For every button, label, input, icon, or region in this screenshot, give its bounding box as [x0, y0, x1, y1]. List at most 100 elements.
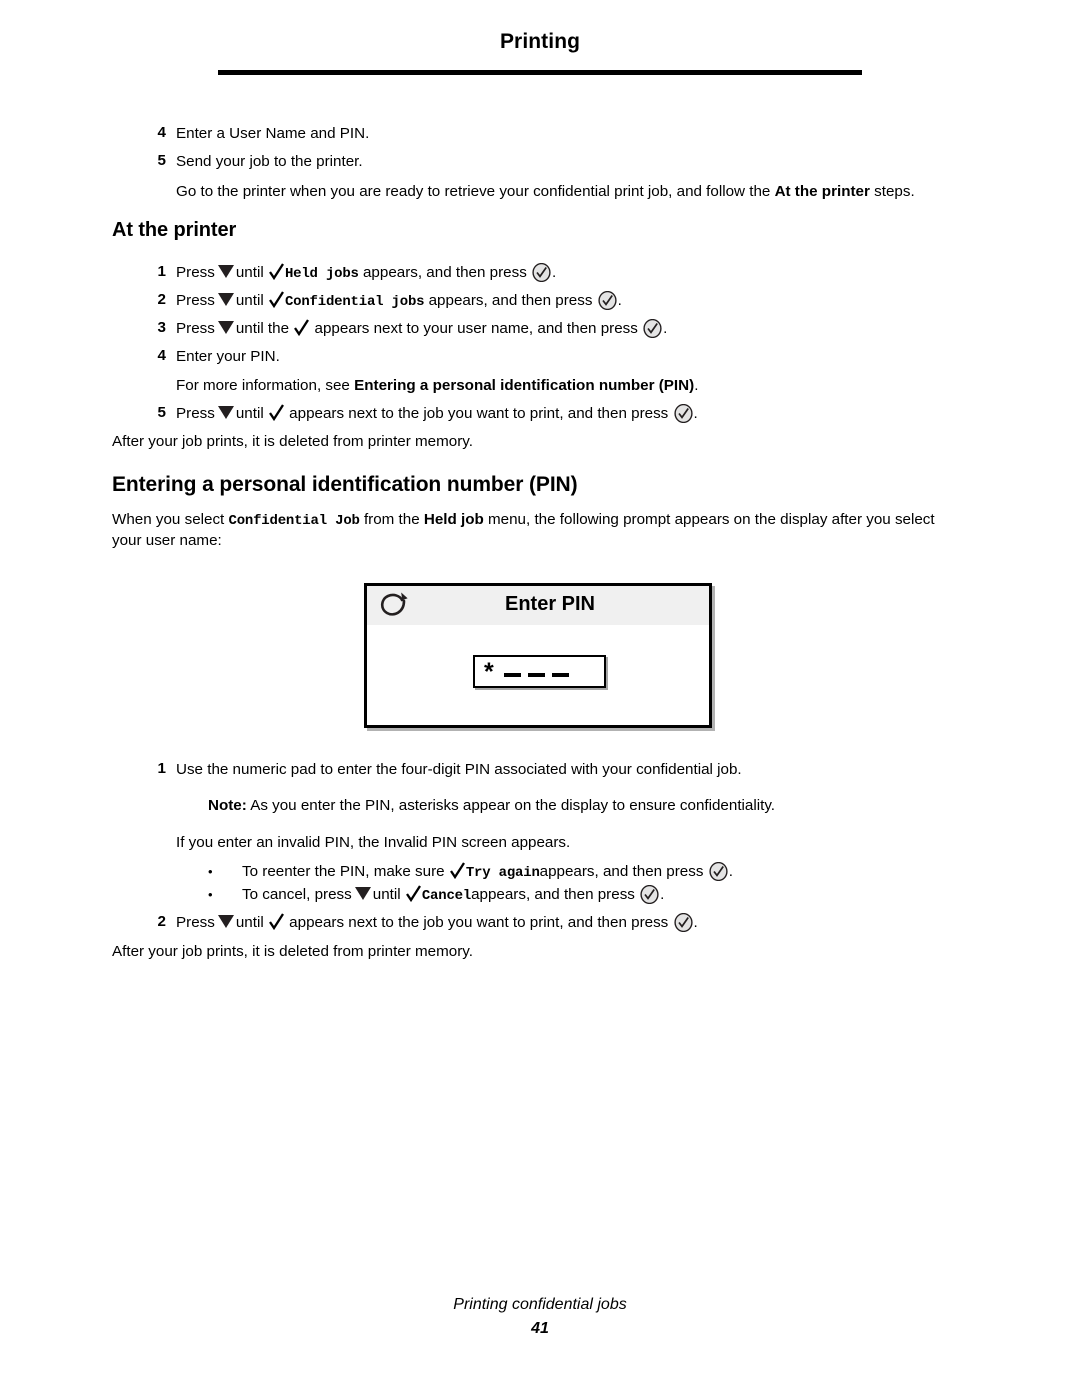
list-number: 1 [157, 263, 166, 280]
list-item: Enter a User Name and PIN. [176, 125, 370, 142]
checkmark-icon [268, 913, 284, 931]
step-until-label: until the [235, 320, 290, 337]
list-item: Enter your PIN. [176, 348, 280, 365]
checkmark-icon [268, 404, 284, 422]
pin-intro-menu-bold: Held job [423, 511, 484, 528]
pin-intro-b: from the [359, 511, 424, 528]
after-print-note: After your job prints, it is deleted fro… [112, 433, 473, 450]
list-item: Send your job to the printer. [176, 153, 363, 170]
list-number: 1 [157, 760, 166, 777]
checkmark-icon [268, 291, 284, 309]
bullet-marker: • [208, 864, 213, 879]
step-press-label: Press [176, 320, 215, 337]
list-item: Press until Held jobs appears, and then p… [176, 263, 556, 284]
step-press-label: Press [176, 914, 215, 931]
bullet-after: appears, and then press [539, 863, 704, 880]
page-number: 41 [531, 1320, 549, 1337]
document-page: Printing 4 Enter a User Name and PIN. 5 … [0, 0, 1080, 1397]
step-until-label: until [235, 914, 264, 931]
list-number: 2 [157, 913, 166, 930]
pin-intro-line-1: When you select Confidential Job from th… [112, 510, 935, 531]
select-button-icon [640, 885, 659, 904]
page-footer: Printing confidential jobs 41 [0, 1296, 1080, 1338]
bullet-menu-item: Cancel [421, 888, 472, 904]
pin-intro-menu-item: Confidential Job [228, 513, 360, 529]
cross-reference-link[interactable]: Entering a personal identification numbe… [354, 377, 694, 394]
header-title: Printing [499, 30, 581, 53]
select-button-icon [532, 263, 551, 282]
bullet-before: To reenter the PIN, make sure [242, 863, 445, 880]
down-arrow-icon [354, 887, 371, 900]
bullet-period: . [728, 863, 733, 880]
select-button-icon [709, 862, 728, 881]
printer-display-panel: Enter PIN * [364, 583, 712, 728]
intro-paragraph-emphasis: At the printer [774, 183, 870, 200]
checkmark-icon [268, 263, 284, 281]
step-period: . [693, 405, 698, 422]
pin-intro-line-2: your user name: [112, 532, 222, 549]
footer-title: Printing confidential jobs [453, 1296, 627, 1313]
pin-intro-a: When you select [112, 511, 229, 528]
step-press-label: Press [176, 405, 215, 422]
note-label: Note: [208, 797, 247, 814]
pin-input-field[interactable]: * [473, 655, 606, 688]
checkmark-icon [405, 885, 421, 903]
list-item: To cancel, press until Cancelappears, and… [242, 885, 664, 906]
checkmark-icon [294, 319, 310, 337]
bullet-until: until [372, 886, 401, 903]
cross-reference-note: For more information, see Entering a per… [176, 376, 698, 396]
intro-paragraph-before: Go to the printer when you are ready to … [176, 183, 775, 200]
step-appears-label: appears next to your user name, and then… [314, 320, 638, 337]
step-press-label: Press [176, 292, 215, 309]
display-title: Enter PIN [504, 593, 596, 615]
step-until-label: until [235, 264, 264, 281]
step-until-label: until [235, 405, 264, 422]
list-item: Press until the appears next to your user… [176, 319, 667, 339]
down-arrow-icon [217, 406, 234, 419]
bullet-period: . [660, 886, 665, 903]
after-print-note: After your job prints, it is deleted fro… [112, 943, 473, 960]
bullet-before: To cancel, press [242, 886, 352, 903]
step-until-label: until [235, 292, 264, 309]
bullet-marker: • [208, 887, 213, 902]
list-item: Press until Confidential jobs appears, an… [176, 291, 622, 312]
list-number: 4 [157, 124, 166, 141]
list-number: 4 [157, 347, 166, 364]
step-appears-label: appears next to the job you want to prin… [289, 914, 669, 931]
cross-reference-before: For more information, see [176, 377, 355, 394]
select-button-icon [643, 319, 662, 338]
page-header: Printing [0, 30, 1080, 54]
checkmark-icon [449, 862, 465, 880]
step-period: . [617, 292, 622, 309]
pin-blank-slot [551, 673, 569, 677]
list-number: 3 [157, 319, 166, 336]
pin-entered-char: * [484, 658, 497, 686]
step-press-label: Press [176, 264, 215, 281]
step-appears-label: appears, and then press [428, 292, 593, 309]
cross-reference-after: . [694, 377, 699, 394]
bullet-menu-item: Try again [465, 865, 540, 881]
list-item: Use the numeric pad to enter the four-di… [176, 761, 742, 778]
pin-input-value: * [484, 658, 569, 686]
intro-paragraph-after: steps. [869, 183, 915, 200]
header-divider [218, 70, 862, 75]
step-menu-item: Held jobs [284, 266, 359, 282]
step-period: . [693, 914, 698, 931]
down-arrow-icon [217, 265, 234, 278]
list-number: 5 [157, 152, 166, 169]
bullet-after: appears, and then press [471, 886, 635, 903]
note-block: Note: As you enter the PIN, asterisks ap… [208, 796, 775, 816]
list-item: To reenter the PIN, make sure Try againa… [242, 862, 733, 883]
section-heading-entering-pin: Entering a personal identification numbe… [112, 473, 578, 496]
list-item: Press until appears next to the job you w… [176, 404, 698, 424]
note-text: As you enter the PIN, asterisks appear o… [246, 797, 776, 814]
list-number: 2 [157, 291, 166, 308]
invalid-pin-text: If you enter an invalid PIN, the Invalid… [176, 834, 571, 851]
pin-blank-slot [527, 673, 545, 677]
select-button-icon [673, 913, 693, 932]
step-appears-label: appears, and then press [362, 264, 527, 281]
down-arrow-icon [217, 915, 234, 928]
pin-blank-slot [503, 673, 521, 677]
step-menu-item: Confidential jobs [284, 294, 425, 310]
select-button-icon [598, 291, 617, 310]
